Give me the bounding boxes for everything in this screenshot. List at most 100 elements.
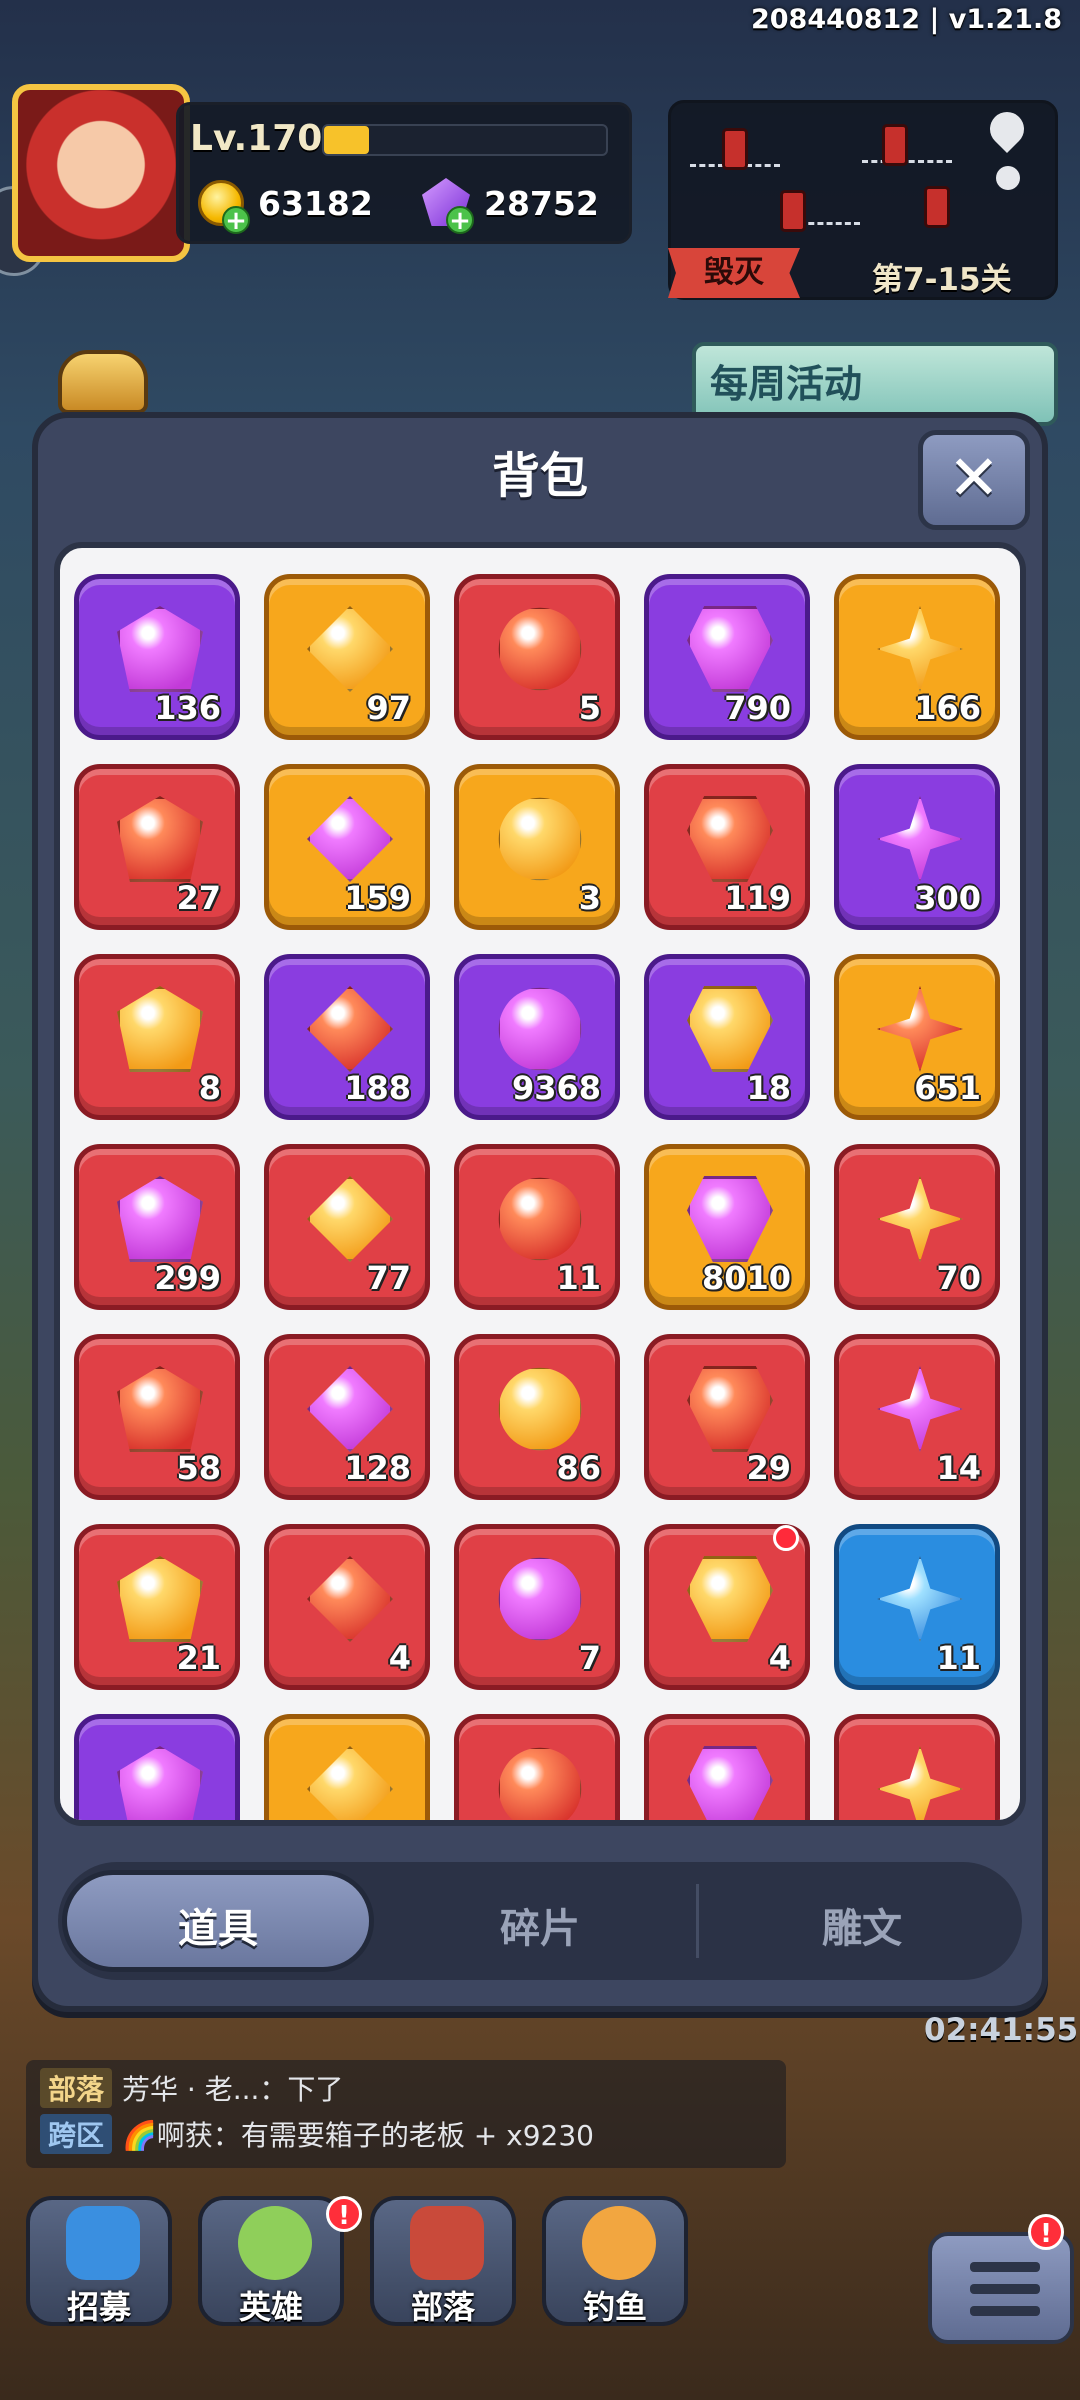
inventory-item[interactable]: 4 xyxy=(644,1524,810,1690)
chat-channel-tag: 跨区 xyxy=(40,2114,113,2154)
purple-crystal-cluster-icon xyxy=(492,1361,588,1457)
inventory-item[interactable] xyxy=(834,1714,1000,1820)
chat-channel-tag: 部落 xyxy=(40,2068,113,2108)
tab-items[interactable]: 道具 xyxy=(62,1896,374,1954)
inventory-item[interactable]: 3 xyxy=(454,764,620,930)
basket-icon[interactable] xyxy=(58,350,148,414)
item-count: 58 xyxy=(176,1449,221,1487)
player-avatar[interactable] xyxy=(12,84,190,262)
purple-gem-icon xyxy=(112,601,208,697)
stage-label: 第7-15关 xyxy=(872,262,1012,298)
fire-crystal-icon xyxy=(872,1361,968,1457)
item-count: 11 xyxy=(556,1259,601,1297)
inventory-item[interactable]: 790 xyxy=(644,574,810,740)
map-fragment-icon xyxy=(492,1551,588,1647)
inventory-item[interactable]: 128 xyxy=(264,1334,430,1500)
map-node xyxy=(780,190,806,232)
item-count: 14 xyxy=(936,1449,981,1487)
inventory-item[interactable] xyxy=(644,1714,810,1820)
nav-heroes-label: 英雄 xyxy=(238,2288,303,2326)
inventory-item[interactable]: 299 xyxy=(74,1144,240,1310)
inventory-item[interactable] xyxy=(454,1714,620,1820)
close-button[interactable]: ✕ xyxy=(918,430,1030,530)
gem-count: 28752 xyxy=(484,184,599,223)
item-count: 29 xyxy=(746,1449,791,1487)
inventory-item[interactable]: 188 xyxy=(264,954,430,1120)
item-count: 8 xyxy=(198,1069,221,1107)
location-dot-icon xyxy=(996,166,1020,190)
tab-glyphs[interactable]: 雕文 xyxy=(706,1896,1018,1954)
item-count: 119 xyxy=(724,879,791,917)
ice-crystal-icon xyxy=(872,1171,968,1267)
inventory-item[interactable]: 29 xyxy=(644,1334,810,1500)
inventory-item[interactable]: 8010 xyxy=(644,1144,810,1310)
chat-message: 跨区 🌈啊获：有需要箱子的老板 + x9230 xyxy=(40,2114,594,2154)
inventory-item[interactable]: 18 xyxy=(644,954,810,1120)
inventory-item[interactable]: 14 xyxy=(834,1334,1000,1500)
item-count: 27 xyxy=(176,879,221,917)
sword-gem-icon xyxy=(492,1171,588,1267)
inventory-item[interactable]: 70 xyxy=(834,1144,1000,1310)
inventory-item[interactable] xyxy=(74,1714,240,1820)
chat-text: 芳华 · 老...：下了 xyxy=(122,2073,344,2106)
inventory-item[interactable]: 5 xyxy=(454,574,620,740)
item-count: 5 xyxy=(578,689,601,727)
inventory-item[interactable]: 166 xyxy=(834,574,1000,740)
gold-coin-icon xyxy=(682,1171,778,1267)
map-node xyxy=(722,128,748,170)
feather-icon xyxy=(682,1741,778,1820)
inventory-item[interactable]: 58 xyxy=(74,1334,240,1500)
inventory-item[interactable]: 4 xyxy=(264,1524,430,1690)
add-gems-icon[interactable]: + xyxy=(446,206,474,234)
item-count: 3 xyxy=(578,879,601,917)
red-seal-icon xyxy=(112,791,208,887)
orange-gem-icon xyxy=(302,601,398,697)
gold-crown-badge-icon xyxy=(682,791,778,887)
map-node xyxy=(882,124,908,166)
item-count: 97 xyxy=(366,689,411,727)
blue-chest-icon xyxy=(112,1551,208,1647)
red-crystal-shard-icon xyxy=(112,981,208,1077)
inventory-item[interactable]: 27 xyxy=(74,764,240,930)
star-shard-icon xyxy=(492,981,588,1077)
inventory-item[interactable]: 651 xyxy=(834,954,1000,1120)
item-count: 651 xyxy=(914,1069,981,1107)
add-coins-icon[interactable]: + xyxy=(222,206,250,234)
menu-icon xyxy=(970,2306,1040,2316)
inventory-item[interactable]: 300 xyxy=(834,764,1000,930)
inventory-item[interactable]: 8 xyxy=(74,954,240,1120)
inventory-item[interactable]: 136 xyxy=(74,574,240,740)
player-level: Lv.170 xyxy=(190,118,323,159)
chat-message: 部落 芳华 · 老...：下了 xyxy=(40,2068,343,2108)
inventory-item[interactable]: 11 xyxy=(834,1524,1000,1690)
inventory-item[interactable]: 21 xyxy=(74,1524,240,1690)
recruit-icon xyxy=(66,2206,140,2280)
item-count: 159 xyxy=(344,879,411,917)
inventory-item[interactable]: 97 xyxy=(264,574,430,740)
green-gem-icon xyxy=(112,1361,208,1457)
gold-ticket-icon xyxy=(302,981,398,1077)
difficulty-tag: 毁灭 xyxy=(668,248,800,298)
countdown-timer: 02:41:55 xyxy=(924,2012,1079,2048)
notification-badge: ! xyxy=(1028,2214,1064,2250)
inventory-item[interactable]: 7 xyxy=(454,1524,620,1690)
blue-crystal-icon xyxy=(872,1551,968,1647)
item-count: 4 xyxy=(768,1639,791,1677)
inventory-item[interactable]: 159 xyxy=(264,764,430,930)
item-count: 21 xyxy=(176,1639,221,1677)
crystal-ore-icon xyxy=(302,1171,398,1267)
inventory-item[interactable]: 86 xyxy=(454,1334,620,1500)
inventory-item[interactable]: 77 xyxy=(264,1144,430,1310)
amber-egg-icon xyxy=(302,1361,398,1457)
nav-recruit-label: 招募 xyxy=(66,2288,131,2326)
gold-shard-icon xyxy=(302,1741,398,1820)
inventory-item[interactable] xyxy=(264,1714,430,1820)
inventory-item[interactable]: 11 xyxy=(454,1144,620,1310)
inventory-item[interactable]: 119 xyxy=(644,764,810,930)
inventory-item[interactable]: 9368 xyxy=(454,954,620,1120)
tribe-icon xyxy=(410,2206,484,2280)
tab-fragments[interactable]: 碎片 xyxy=(384,1896,696,1954)
item-count: 18 xyxy=(746,1069,791,1107)
purple-shard-icon xyxy=(112,1741,208,1820)
chat-text: 🌈啊获：有需要箱子的老板 + x9230 xyxy=(122,2119,594,2152)
